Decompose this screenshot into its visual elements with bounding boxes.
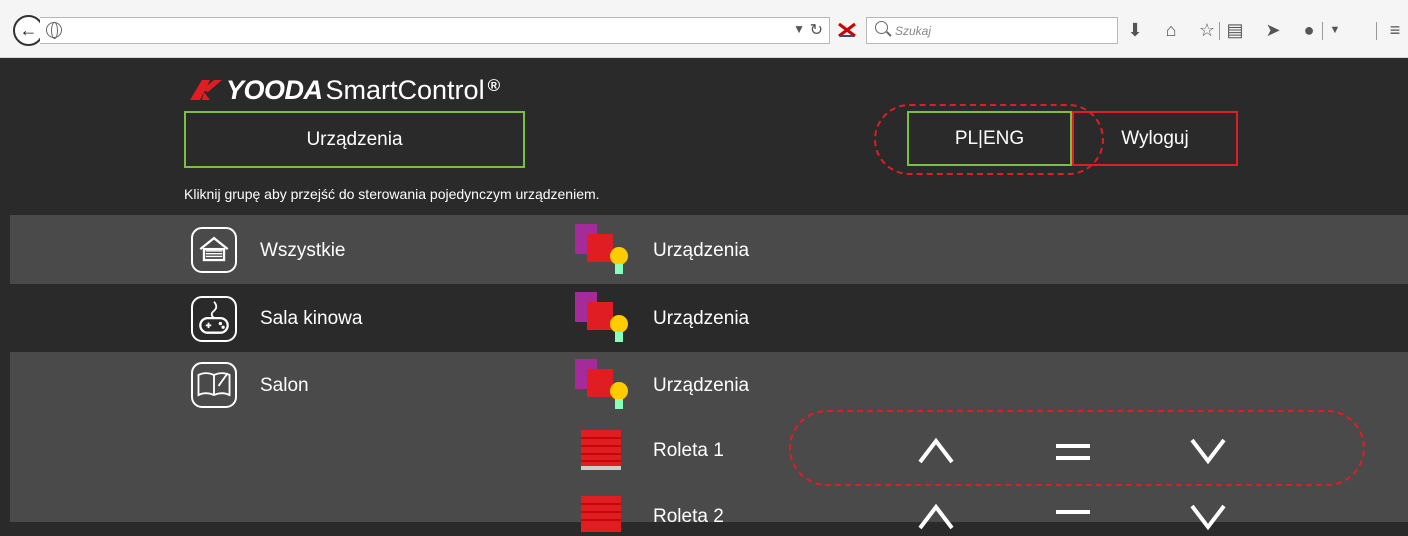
globe-icon [46, 22, 62, 39]
devices-button[interactable]: Urządzenia [184, 111, 525, 168]
room-label[interactable]: Wszystkie [260, 240, 346, 262]
reload-icon[interactable]: ↻ [810, 20, 823, 40]
home-icon[interactable]: ⌂ [1160, 20, 1182, 40]
yooda-logo-icon [190, 80, 222, 100]
chevron-down-icon[interactable] [1189, 503, 1227, 531]
room-label[interactable]: Sala kinowa [260, 308, 362, 330]
dropdown-arrow-icon[interactable]: ▼ [793, 22, 805, 36]
menu-icon[interactable]: ≡ [1384, 20, 1406, 40]
book-icon [191, 362, 237, 408]
devices-group-icon[interactable] [573, 357, 633, 413]
toolbar-divider [1376, 22, 1377, 40]
stop-equals-icon[interactable] [1054, 508, 1092, 528]
logo: YOODA SmartControl ® [188, 75, 500, 105]
send-icon[interactable]: ➤ [1262, 20, 1284, 40]
search-placeholder: Szukaj [895, 24, 932, 38]
logout-button[interactable]: Wyloguj [1072, 111, 1238, 166]
chevron-up-icon[interactable] [917, 437, 955, 465]
block-icon[interactable] [838, 22, 856, 38]
device-group-label[interactable]: Urządzenia [653, 375, 749, 397]
chevron-up-icon[interactable] [917, 503, 955, 531]
search-icon [875, 21, 888, 34]
blind-icon [581, 430, 621, 470]
language-toggle-button[interactable]: PL|ENG [907, 111, 1072, 166]
search-bar[interactable]: Szukaj [866, 17, 1118, 44]
toolbar-divider [1322, 22, 1323, 40]
shield-icon[interactable]: ● [1298, 20, 1320, 40]
logo-product: SmartControl [325, 74, 485, 105]
hint-text: Kliknij grupę aby przejść do sterowania … [184, 186, 600, 202]
stop-equals-icon[interactable] [1054, 442, 1092, 462]
house-icon [191, 227, 237, 273]
blind-label: Roleta 1 [653, 440, 724, 461]
registered-mark: ® [487, 76, 501, 95]
url-bar[interactable]: ▼ ↻ [40, 17, 830, 44]
bookmark-star-icon[interactable]: ☆ [1196, 20, 1218, 40]
blind-label: Roleta 2 [653, 506, 724, 527]
blind-icon [581, 496, 621, 532]
chevron-down-icon[interactable]: ▼ [1324, 20, 1346, 40]
gamepad-icon [191, 296, 237, 342]
devices-group-icon[interactable] [573, 222, 633, 278]
chevron-down-icon[interactable] [1189, 437, 1227, 465]
browser-toolbar: ← ▼ ↻ Szukaj ⬇ ⌂ ☆ ▤ ➤ ● ▼ ≡ [0, 0, 1408, 58]
logo-brand: YOODA [226, 74, 323, 105]
toolbar-divider [1219, 22, 1220, 40]
room-label[interactable]: Salon [260, 375, 309, 397]
device-group-label[interactable]: Urządzenia [653, 240, 749, 262]
devices-group-icon[interactable] [573, 290, 633, 346]
library-icon[interactable]: ▤ [1224, 20, 1246, 40]
device-group-label[interactable]: Urządzenia [653, 308, 749, 330]
download-icon[interactable]: ⬇ [1124, 20, 1146, 40]
